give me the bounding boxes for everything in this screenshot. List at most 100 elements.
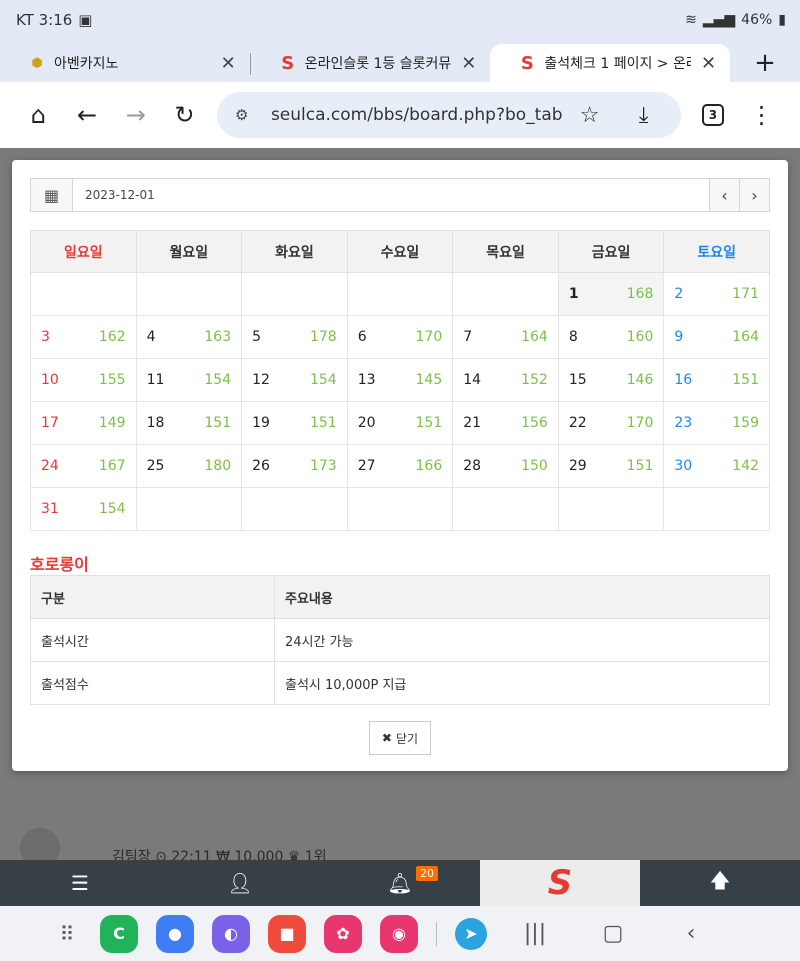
telegram-app-icon[interactable]: ➤ [455, 917, 487, 950]
shield-favicon-icon: ⬢ [31, 55, 43, 71]
calendar-day-cell[interactable]: 31 154 [30, 487, 137, 531]
calendar-day-cell[interactable]: 12 154 [241, 358, 348, 402]
wifi-icon: ≋ [685, 12, 697, 28]
attendance-count: 152 [521, 372, 548, 388]
home-icon[interactable]: ⌂ [14, 93, 63, 137]
calendar-icon[interactable]: ▦ [31, 179, 73, 211]
calendar-day-cell[interactable]: 18 151 [135, 401, 243, 445]
day-number: 25 [146, 458, 165, 474]
recent-apps-icon[interactable]: ||| [505, 921, 565, 946]
url-text[interactable]: seulca.com/bbs/board.php?bo_tab [271, 105, 563, 125]
close-tab-icon[interactable]: ✕ [461, 53, 476, 74]
weekday-header: 금요일 [557, 230, 665, 273]
back-button-icon[interactable]: ‹ [661, 921, 721, 946]
calendar-day-cell[interactable]: 6 170 [346, 315, 454, 359]
calendar-day-cell[interactable]: 10 155 [30, 358, 137, 402]
reload-icon[interactable]: ↻ [160, 93, 209, 137]
tab-strip: ⬢ 아벤카지노 ✕ S 온라인슬롯 1등 슬롯커뮤니 ✕ S 출석체크 1 페이… [0, 40, 800, 82]
calendar-day-cell[interactable]: 28 150 [452, 444, 559, 488]
day-number: 16 [674, 372, 693, 388]
notification-badge: 20 [416, 866, 438, 881]
date-field[interactable]: 2023-12-01 [73, 179, 709, 211]
calendar-day-cell[interactable]: 9 164 [663, 315, 770, 359]
bookmark-star-icon[interactable]: ☆ [563, 103, 617, 128]
messages-app-icon[interactable]: ● [156, 914, 194, 953]
browser-tab-1[interactable]: ⬢ 아벤카지노 ✕ [0, 44, 250, 82]
site-settings-icon[interactable]: ⚙ [235, 106, 259, 124]
address-bar[interactable]: ⚙ seulca.com/bbs/board.php?bo_tab ☆ ⤓ [216, 92, 681, 138]
calendar-week-row: 24 167 25 180 26 173 27 166 28 150 29 151 30 142 [30, 444, 770, 488]
attendance-count: 154 [98, 501, 126, 517]
calendar-day-cell[interactable]: 27 166 [346, 444, 454, 488]
tab-switcher-button[interactable]: 3 [689, 93, 738, 137]
calendar-day-cell[interactable]: 5 178 [241, 315, 348, 359]
browser-tab-3-active[interactable]: S 출석체크 1 페이지 > 온라인 ✕ [490, 44, 731, 82]
attendance-count: 173 [309, 458, 337, 474]
calendar-day-cell[interactable]: 25 180 [135, 444, 243, 488]
close-tab-icon[interactable]: ✕ [221, 53, 236, 74]
calendar-day-cell[interactable]: 26 173 [241, 444, 348, 488]
phone-app-icon[interactable]: C [100, 914, 138, 953]
calendar-day-cell[interactable]: 22 170 [557, 401, 665, 445]
calendar-day-cell[interactable]: 4 163 [135, 315, 243, 359]
user-icon[interactable]: 👤︎ [160, 860, 320, 906]
weekday-header: 일요일 [30, 230, 137, 273]
calendar-day-cell[interactable]: 13 145 [346, 358, 454, 402]
calendar-day-cell[interactable]: 7 164 [452, 315, 559, 359]
calendar-day-cell[interactable]: 29 151 [557, 444, 665, 488]
notification-bell-icon[interactable]: 🔔︎ 20 [320, 860, 480, 906]
site-logo[interactable]: S [480, 860, 640, 906]
weekday-header: 화요일 [241, 230, 348, 273]
calendar-day-cell[interactable]: 24 167 [30, 444, 137, 488]
close-tab-icon[interactable]: ✕ [701, 53, 716, 74]
flower-app-icon[interactable]: ✿ [324, 914, 362, 953]
back-icon[interactable]: ← [63, 93, 112, 137]
attendance-count: 160 [626, 329, 654, 345]
notes-app-icon[interactable]: ■ [268, 914, 306, 953]
calendar-day-cell[interactable]: 3 162 [30, 315, 137, 359]
calendar-empty-cell [135, 272, 243, 316]
calendar-day-cell[interactable]: 1 168 [557, 272, 665, 316]
more-menu-icon[interactable]: ⋮ [737, 93, 786, 137]
calendar-day-cell[interactable]: 20 151 [346, 401, 454, 445]
calendar-day-cell[interactable]: 23 159 [663, 401, 770, 445]
day-number: 19 [252, 415, 270, 431]
app-drawer-icon[interactable]: ⠿ [52, 922, 82, 946]
calendar-day-cell[interactable]: 21 156 [452, 401, 559, 445]
day-number: 17 [41, 415, 59, 431]
attendance-count: 145 [415, 372, 443, 388]
close-modal-button[interactable]: ✖ 닫기 [368, 721, 432, 755]
scroll-top-icon[interactable]: 🡅 [640, 860, 800, 906]
attendance-calendar: 일요일 월요일 화요일 수요일 목요일 금요일 토요일 1 168 2 171 3 162… [30, 230, 770, 531]
calendar-day-cell[interactable]: 19 151 [241, 401, 348, 445]
calendar-day-cell[interactable]: 2 171 [663, 272, 770, 316]
day-number: 5 [252, 329, 262, 345]
camera-app-icon[interactable]: ◉ [380, 914, 418, 953]
info-header: 구분 [30, 575, 275, 619]
day-number: 23 [674, 415, 693, 431]
prev-month-button[interactable]: ‹ [709, 179, 739, 211]
calendar-day-cell[interactable]: 14 152 [452, 358, 559, 402]
browser-app-icon[interactable]: ◐ [212, 914, 250, 953]
calendar-day-cell[interactable]: 11 154 [135, 358, 243, 402]
new-tab-button[interactable]: + [730, 44, 800, 82]
calendar-day-cell[interactable]: 8 160 [557, 315, 665, 359]
close-icon: ✖ [381, 731, 392, 745]
calendar-day-cell[interactable]: 15 146 [557, 358, 665, 402]
tab-title: 온라인슬롯 1등 슬롯커뮤니 [304, 56, 452, 72]
forward-icon[interactable]: → [111, 93, 160, 137]
day-number: 14 [463, 372, 482, 388]
calendar-day-cell[interactable]: 30 142 [663, 444, 770, 488]
menu-icon[interactable]: ☰ [0, 860, 160, 906]
browser-tab-2[interactable]: S 온라인슬롯 1등 슬롯커뮤니 ✕ [251, 44, 491, 82]
calendar-day-cell[interactable]: 16 151 [663, 358, 770, 402]
attendance-modal: ▦ 2023-12-01 ‹ › 일요일 월요일 화요일 수요일 목요일 금요일… [12, 160, 788, 771]
info-cell: 출석시간 [30, 618, 275, 662]
day-number: 27 [357, 458, 376, 474]
calendar-day-cell[interactable]: 17 149 [30, 401, 137, 445]
next-month-button[interactable]: › [739, 179, 769, 211]
day-number: 26 [252, 458, 270, 474]
tab-title: 출석체크 1 페이지 > 온라인 [544, 56, 691, 72]
download-icon[interactable]: ⤓ [617, 103, 671, 128]
home-button-icon[interactable]: ▢ [583, 921, 643, 946]
